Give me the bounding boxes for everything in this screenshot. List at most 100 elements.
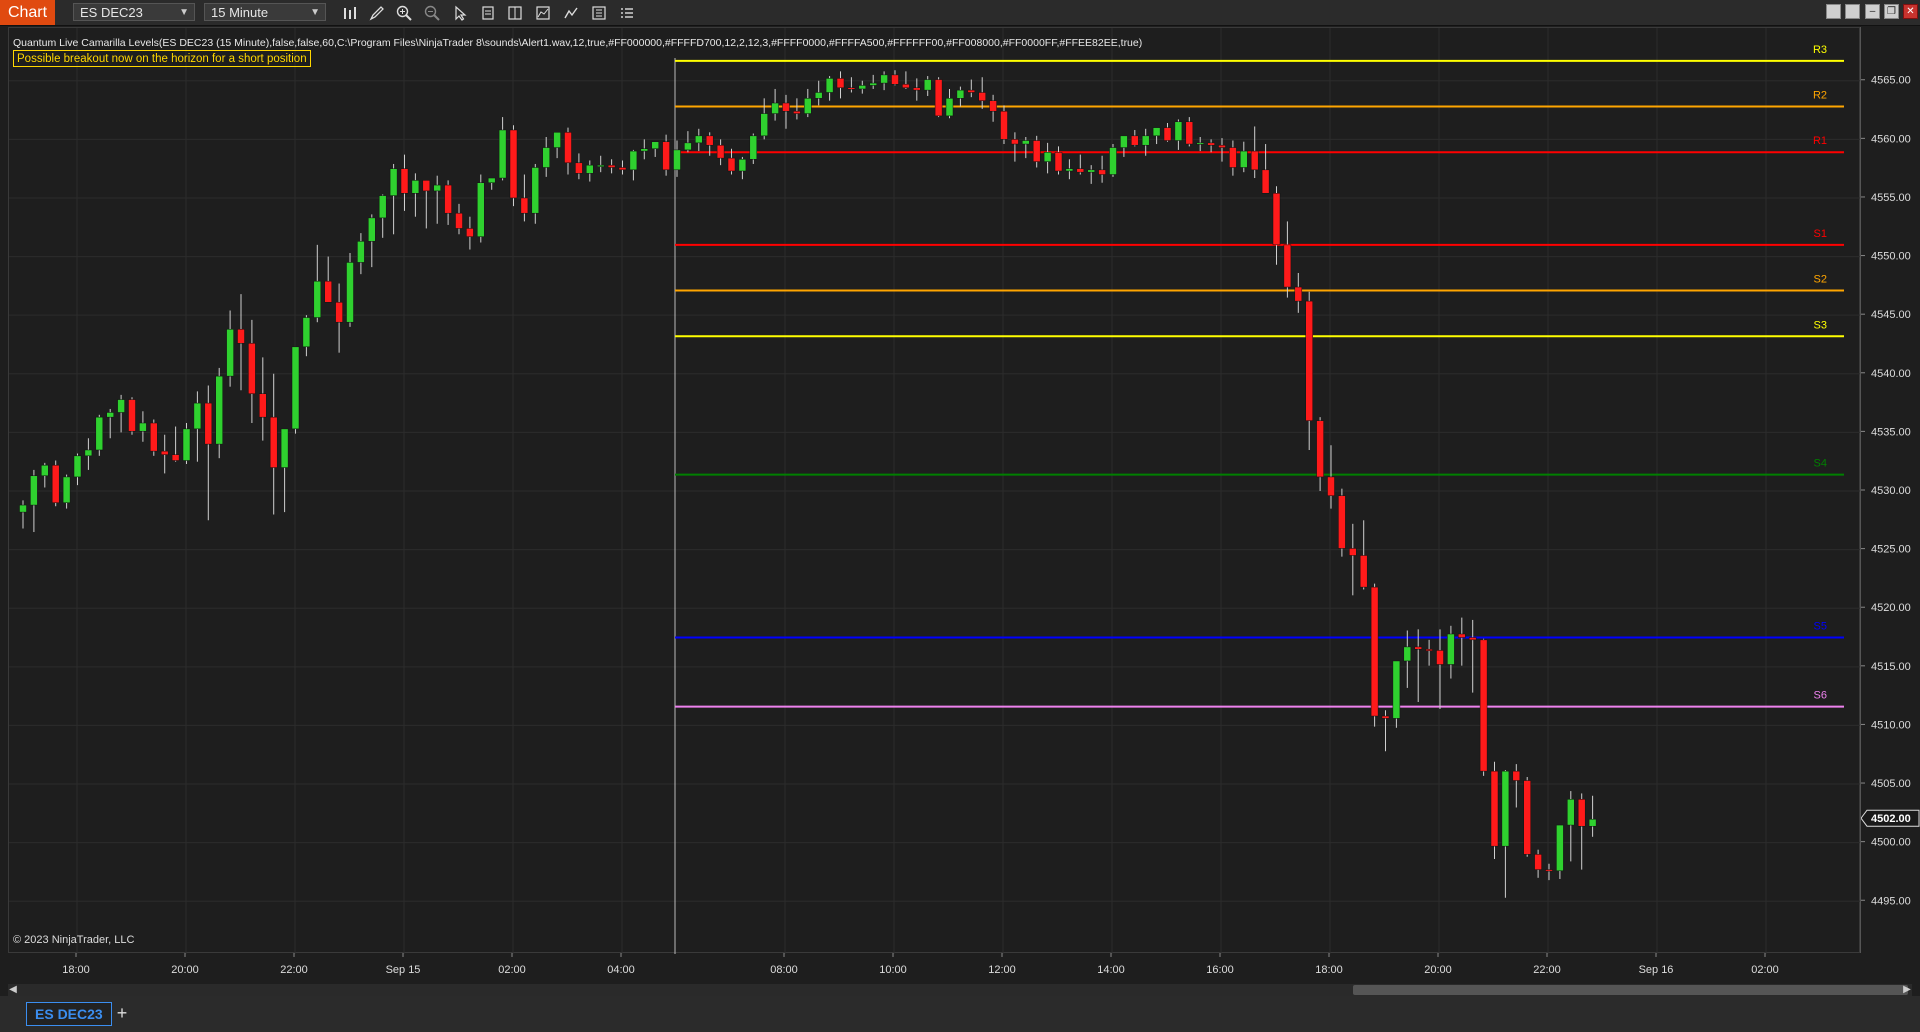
scroll-thumb[interactable] — [1353, 985, 1908, 995]
strategies-icon[interactable] — [561, 3, 581, 23]
properties-icon[interactable] — [478, 3, 498, 23]
price-tick-label: 4530.00 — [1871, 485, 1911, 497]
scroll-left-icon[interactable]: ◀ — [8, 984, 18, 996]
chart-panel[interactable]: R3 R2 R1 S1 S2 S3 S4 S5 S6 — [8, 27, 1861, 954]
price-tick-label: 4525.00 — [1871, 544, 1911, 556]
price-tick-label: 4565.00 — [1871, 75, 1911, 87]
restore-down-icon[interactable]: ❐ — [1884, 4, 1899, 19]
candle-body-up — [1174, 121, 1183, 141]
candle-body-down — [1185, 121, 1194, 145]
candle-body-up — [1109, 147, 1117, 175]
close-icon[interactable]: ✕ — [1903, 4, 1918, 19]
level-label-s3: S3 — [1814, 319, 1827, 331]
candle-body-up — [30, 475, 38, 506]
candle-body-down — [1370, 586, 1379, 717]
candle-body-down — [662, 141, 670, 171]
time-tick-label: Sep 16 — [1639, 964, 1674, 976]
candle-body-down — [727, 157, 736, 172]
interval-selector[interactable]: 15 Minute ▼ — [204, 3, 326, 21]
app-label[interactable]: Chart — [0, 0, 55, 25]
tab-es-dec23[interactable]: ES DEC23 — [26, 1002, 112, 1026]
price-tick-label: 4535.00 — [1871, 426, 1911, 438]
maximize-icon[interactable]: – — [1865, 4, 1880, 19]
candle-body-up — [695, 135, 703, 144]
candle-body-up — [1065, 168, 1074, 172]
price-tick-label: 4510.00 — [1871, 719, 1911, 731]
candle-body-up — [651, 141, 659, 149]
candle-body-up — [73, 455, 82, 478]
candle-body-down — [1523, 780, 1531, 855]
candle-body-up — [139, 422, 147, 432]
candle-body-down — [1207, 142, 1215, 146]
candle-body-down — [1512, 770, 1521, 781]
restore-icon[interactable] — [1845, 4, 1860, 19]
candle-body-down — [1229, 147, 1237, 168]
zoom-out-icon[interactable] — [422, 3, 442, 23]
candle-body-down — [989, 100, 997, 112]
indicators-icon[interactable] — [533, 3, 553, 23]
level-label-s6: S6 — [1814, 690, 1827, 702]
candle-body-up — [586, 164, 594, 174]
candle-body-up — [1043, 151, 1052, 162]
level-label-r1: R1 — [1813, 135, 1827, 147]
pencil-icon[interactable] — [367, 3, 387, 23]
candle-body-up — [106, 412, 114, 418]
instrument-selector[interactable]: ES DEC23 ▼ — [73, 3, 195, 21]
candle-body-down — [520, 197, 529, 214]
candle-body-down — [1577, 799, 1586, 827]
candle-body-down — [444, 184, 452, 214]
bar-style-icon[interactable] — [340, 3, 360, 23]
candle-body-up — [1120, 135, 1128, 148]
candle-body-up — [193, 402, 202, 430]
price-tick-label: 4555.00 — [1871, 192, 1911, 204]
minimize-icon[interactable] — [1826, 4, 1841, 19]
data-box-icon[interactable] — [505, 3, 525, 23]
price-chart[interactable]: R3 R2 R1 S1 S2 S3 S4 S5 S6 — [9, 28, 1861, 954]
time-axis[interactable]: 18:00 20:00 22:00 Sep 15 02:00 04:00 08:00 10:0… — [8, 953, 1860, 983]
candle-body-up — [117, 399, 125, 413]
list-icon[interactable] — [617, 3, 637, 23]
candle-body-up — [869, 82, 877, 86]
candle-body-up — [814, 92, 823, 99]
candle-body-up — [1141, 135, 1150, 146]
candle-body-up — [346, 262, 354, 323]
candle-body-down — [705, 135, 714, 146]
time-tick-label: 20:00 — [171, 964, 199, 976]
level-label-r2: R2 — [1813, 90, 1827, 102]
candle-body-down — [1534, 854, 1542, 870]
candle-body-up — [302, 317, 311, 348]
candle-body-up — [923, 79, 932, 91]
candle-body-down — [1218, 144, 1226, 148]
zoom-in-icon[interactable] — [394, 3, 414, 23]
scroll-right-icon[interactable]: ▶ — [1902, 984, 1912, 996]
time-tick-label: 12:00 — [988, 964, 1016, 976]
add-tab-button[interactable]: + — [112, 1002, 132, 1024]
candle-body-up — [368, 217, 376, 242]
indicator-label: Quantum Live Camarilla Levels(ES DEC23 (… — [13, 37, 1143, 49]
candle-body-up — [1403, 646, 1412, 662]
candle-body-up — [41, 464, 49, 477]
candle-body-down — [1381, 715, 1390, 719]
candle-body-down — [1283, 244, 1292, 288]
candle-body-down — [1479, 639, 1488, 772]
candle-body-down — [847, 87, 856, 90]
candle-body-up — [1556, 824, 1564, 872]
candle-body-down — [967, 89, 976, 93]
candle-body-down — [1076, 168, 1085, 173]
candle-body-up — [1196, 142, 1204, 145]
candle-body-up — [291, 346, 300, 430]
horizontal-scrollbar[interactable]: ◀ ▶ — [8, 984, 1912, 996]
pointer-icon[interactable] — [450, 3, 470, 23]
candle-body-up — [313, 280, 322, 318]
alert-message: Possible breakout now on the horizon for… — [13, 50, 311, 67]
candle-body-down — [128, 399, 136, 432]
candle-body-down — [324, 280, 332, 303]
time-tick-label: 14:00 — [1097, 964, 1125, 976]
candle-body-down — [1011, 139, 1019, 145]
candle-body-down — [902, 84, 910, 89]
price-axis[interactable]: 4565.00 4560.00 4555.00 4550.00 4545.00 4540.… — [1860, 27, 1920, 953]
candle-body-down — [204, 402, 213, 445]
candle-body-up — [487, 177, 496, 183]
properties-list-icon[interactable] — [589, 3, 609, 23]
time-tick-label: 22:00 — [1533, 964, 1561, 976]
